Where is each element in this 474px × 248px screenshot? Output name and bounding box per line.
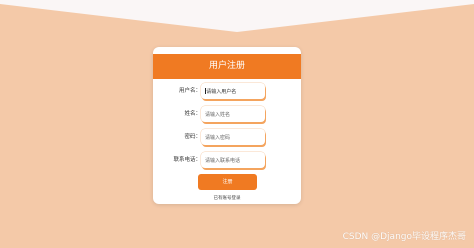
phone-row: 联系电话： 请输入联系电话	[153, 152, 301, 168]
phone-label: 联系电话：	[173, 157, 201, 163]
phone-placeholder: 请输入联系电话	[205, 158, 241, 164]
password-placeholder: 请输入密码	[205, 135, 231, 141]
card-title: 用户注册	[153, 54, 301, 79]
username-row: 用户名： 请输入用户名	[153, 83, 301, 99]
name-placeholder: 请输入姓名	[205, 112, 231, 118]
name-label: 姓名：	[184, 111, 201, 117]
password-label: 密码：	[184, 134, 201, 140]
register-button[interactable]: 注册	[198, 174, 257, 190]
watermark: CSDN @Django毕设程序杰哥	[342, 232, 466, 242]
password-input[interactable]: 请输入密码	[201, 129, 265, 145]
register-card: 用户注册 用户名： 请输入用户名 姓名： 请输入姓名 密码： 请输入密码 联系电…	[153, 47, 301, 204]
password-row: 密码： 请输入密码	[153, 129, 301, 145]
username-input[interactable]: 请输入用户名	[201, 83, 265, 99]
name-input[interactable]: 请输入姓名	[201, 106, 265, 122]
login-link[interactable]: 已有账号登录	[153, 195, 301, 201]
username-placeholder: 请输入用户名	[206, 89, 237, 95]
name-row: 姓名： 请输入姓名	[153, 106, 301, 122]
phone-input[interactable]: 请输入联系电话	[201, 152, 265, 168]
username-label: 用户名：	[178, 88, 201, 94]
